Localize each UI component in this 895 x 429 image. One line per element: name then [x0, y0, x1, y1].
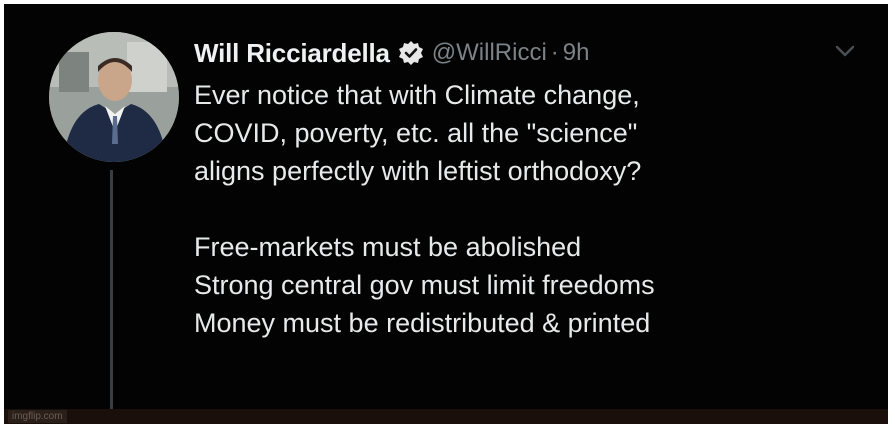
timestamp[interactable]: 9h [563, 39, 590, 67]
tweet-header: Will Ricciardella @WillRicci · 9h [194, 34, 854, 72]
avatar-image [49, 32, 179, 162]
watermark: imgflip.com [8, 410, 67, 423]
tweet-text-line: Free-markets must be abolished [194, 232, 582, 262]
tweet-text-line: Ever notice that with Climate change, [194, 80, 640, 110]
avatar[interactable] [49, 32, 179, 162]
tweet-text-line: Strong central gov must limit freedoms [194, 270, 655, 300]
tweet-text-line: aligns perfectly with leftist orthodoxy? [194, 156, 642, 186]
tweet-screenshot: Will Ricciardella @WillRicci · 9h Ever n… [4, 4, 888, 424]
footer-bar: imgflip.com [4, 409, 888, 424]
chevron-down-icon[interactable] [834, 44, 856, 58]
tweet-text-line: COVID, poverty, etc. all the "science" [194, 118, 638, 148]
dot-separator: · [550, 39, 559, 66]
verified-badge-icon [398, 40, 424, 66]
display-name[interactable]: Will Ricciardella [194, 38, 390, 69]
tweet-text: Ever notice that with Climate change, CO… [194, 76, 854, 342]
tweet-content: Will Ricciardella @WillRicci · 9h Ever n… [194, 34, 854, 342]
thread-connector-line [110, 170, 113, 416]
tweet-text-line: Money must be redistributed & printed [194, 308, 651, 338]
user-handle[interactable]: @WillRicci [432, 39, 547, 67]
paragraph-break [194, 190, 854, 228]
